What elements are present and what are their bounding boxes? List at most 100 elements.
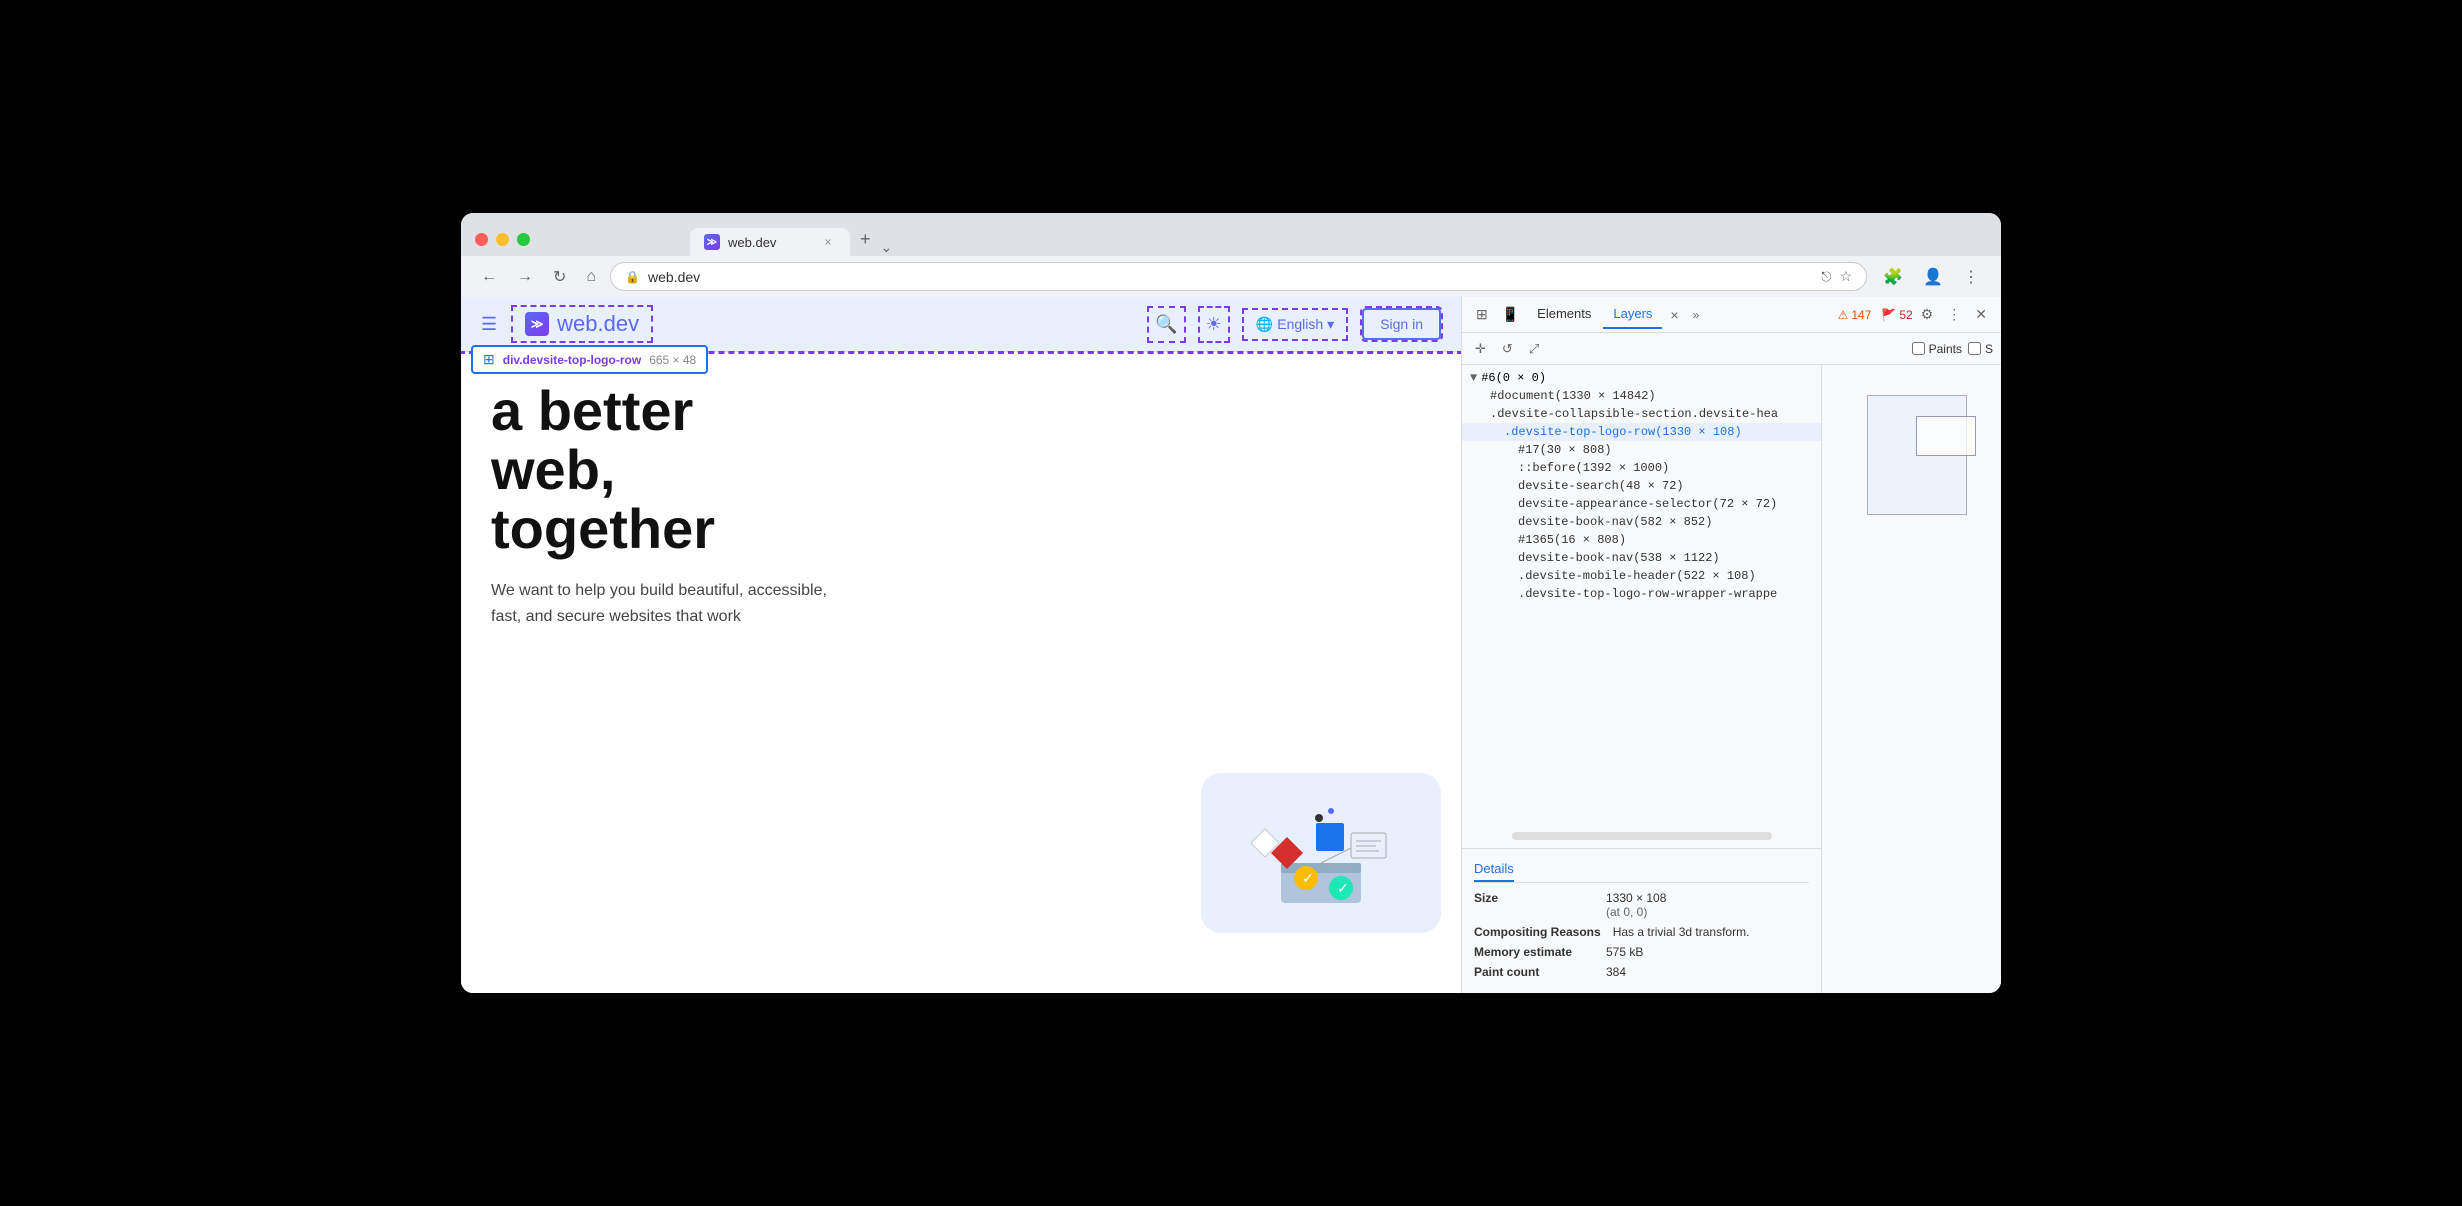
search-button[interactable]: 🔍 [1149,308,1183,341]
layer-root-item[interactable]: ▼ #6(0 × 0) [1462,369,1821,387]
minimize-button[interactable] [496,233,509,246]
nav-bar: ← → ↻ ⌂ 🔒 web.dev ⎋ ☆ 🧩 👤 ⋮ [461,256,2001,297]
layer-item[interactable]: devsite-book-nav(538 × 1122) [1462,549,1821,567]
layers-tree: ▼ #6(0 × 0) #document(1330 × 14842) .dev… [1462,365,1821,824]
details-tab[interactable]: Details [1474,857,1514,882]
refresh-button[interactable]: ↻ [547,263,572,291]
memory-label: Memory estimate [1474,945,1594,959]
inspector-icon-button[interactable]: ⊞ [1470,302,1494,327]
layer-item[interactable]: .devsite-mobile-header(522 × 108) [1462,567,1821,585]
active-tab[interactable]: ≫ web.dev × [690,228,850,256]
pan-tool-button[interactable]: ✛ [1470,338,1491,360]
tab-close-button[interactable]: × [820,234,836,250]
new-tab-button[interactable]: + [850,223,881,256]
warning-badge[interactable]: ⚠ 147 [1838,308,1872,322]
language-text: English [1277,316,1323,332]
rotate-tool-button[interactable]: ↺ [1497,338,1518,360]
paints-checkbox[interactable] [1912,342,1925,355]
address-bar[interactable]: 🔒 web.dev ⎋ ☆ [610,262,1867,291]
layer-item[interactable]: devsite-appearance-selector(72 × 72) [1462,495,1821,513]
error-count: 52 [1899,308,1912,322]
language-selector[interactable]: 🌐 English ▾ [1244,310,1346,339]
tooltip-element-name: div.devsite-top-logo-row [503,353,641,367]
layer-item[interactable]: devsite-book-nav(582 × 852) [1462,513,1821,531]
nav-actions: 🧩 👤 ⋮ [1875,263,1987,291]
elements-tab[interactable]: Elements [1527,300,1601,329]
forward-button[interactable]: → [511,264,539,290]
element-tooltip: ⊞ div.devsite-top-logo-row 665 × 48 [471,345,708,374]
globe-icon: 🌐 [1256,316,1273,333]
memory-value: 575 kB [1606,945,1643,959]
more-options-button[interactable]: ⋮ [1941,302,1967,327]
gear-button[interactable]: ⚙ [1915,302,1940,327]
devtools-toolbar: ⊞ 📱 Elements Layers × » ⚠ 147 🚩 52 ⚙ ⋮ ✕ [1462,297,2001,333]
compositing-value: Has a trivial 3d transform. [1613,925,1750,939]
theme-button[interactable]: ☀ [1200,308,1228,341]
dropdown-button[interactable]: ⌄ [881,239,893,256]
maximize-button[interactable] [517,233,530,246]
heading-line3: together [491,500,1431,559]
close-button[interactable] [475,233,488,246]
extensions-button[interactable]: 🧩 [1875,263,1911,291]
home-button[interactable]: ⌂ [580,264,602,290]
layer-item-selected[interactable]: .devsite-top-logo-row(1330 × 108) [1462,423,1821,441]
signin-button[interactable]: Sign in [1362,308,1441,340]
more-button[interactable]: ⋮ [1955,263,1987,291]
bookmark-icon[interactable]: ☆ [1840,268,1853,285]
back-button[interactable]: ← [475,264,503,290]
search-icon: 🔍 [1155,314,1177,334]
tab-title: web.dev [728,235,776,250]
close-devtools-button[interactable]: ✕ [1969,302,1993,327]
size-detail-row: Size 1330 × 108 (at 0, 0) [1474,891,1809,919]
compositing-detail-row: Compositing Reasons Has a trivial 3d tra… [1474,925,1809,939]
webpage: ☰ ≫ web.dev 🔍 ☀ 🌐 English [461,297,1461,993]
illustration-svg: ✓ ✓ [1241,793,1401,913]
lang-arrow-icon: ▾ [1327,316,1334,333]
layer-item[interactable]: ::before(1392 × 1000) [1462,459,1821,477]
layer-3d-canvas [1867,395,1957,525]
error-badge[interactable]: 🚩 52 [1881,308,1912,322]
svg-text:✓: ✓ [1302,870,1314,886]
title-bar: ≫ web.dev × + ⌄ [461,213,2001,256]
devtools-main: ▼ #6(0 × 0) #document(1330 × 14842) .dev… [1462,365,2001,993]
slowscroll-checkbox-label: S [1968,342,1993,356]
details-tab-bar: Details [1474,857,1809,883]
site-logo[interactable]: ≫ web.dev [513,307,651,341]
resize-tool-button[interactable]: ⤢ [1524,338,1544,360]
warn-count: 147 [1851,308,1871,322]
site-header: ☰ ≫ web.dev 🔍 ☀ 🌐 English [461,297,1461,352]
horizontal-scrollbar[interactable] [1512,832,1772,840]
more-tabs-button[interactable]: » [1687,304,1706,326]
menu-button[interactable]: ☰ [481,314,497,335]
profile-button[interactable]: 👤 [1915,263,1951,291]
compositing-label: Compositing Reasons [1474,925,1601,939]
tooltip-size: 665 × 48 [649,353,696,367]
logo-icon: ≫ [525,312,549,336]
layer-canvas-main [1867,395,1967,515]
root-layer-text: #6(0 × 0) [1481,371,1546,385]
layer-item[interactable]: #1365(16 × 808) [1462,531,1821,549]
slowscroll-checkbox[interactable] [1968,342,1981,355]
layer-item[interactable]: devsite-search(48 × 72) [1462,477,1821,495]
slowscroll-label: S [1985,342,1993,356]
layers-close-button[interactable]: × [1664,303,1684,327]
devtools-left-panel: ▼ #6(0 × 0) #document(1330 × 14842) .dev… [1462,365,1821,993]
layer-item[interactable]: .devsite-top-logo-row-wrapper-wrappe [1462,585,1821,603]
layers-toolbar: ✛ ↺ ⤢ Paints S [1462,333,2001,365]
tab-favicon: ≫ [704,234,720,250]
heading-line2: web, [491,441,1431,500]
hamburger-icon: ☰ [481,314,497,334]
layers-tab[interactable]: Layers [1603,300,1662,329]
devtools-canvas-panel [1821,365,2001,993]
lock-icon: 🔒 [625,270,640,284]
layer-item[interactable]: #17(30 × 808) [1462,441,1821,459]
layer-item[interactable]: #document(1330 × 14842) [1462,387,1821,405]
devtools-body: ▼ #6(0 × 0) #document(1330 × 14842) .dev… [1462,365,2001,993]
tooltip-element-icon: ⊞ [483,351,495,368]
device-mode-button[interactable]: 📱 [1496,302,1525,327]
layer-item[interactable]: .devsite-collapsible-section.devsite-hea [1462,405,1821,423]
paint-count-label: Paint count [1474,965,1594,979]
address-text: web.dev [648,269,1813,285]
memory-detail-row: Memory estimate 575 kB [1474,945,1809,959]
size-value: 1330 × 108 (at 0, 0) [1606,891,1666,919]
